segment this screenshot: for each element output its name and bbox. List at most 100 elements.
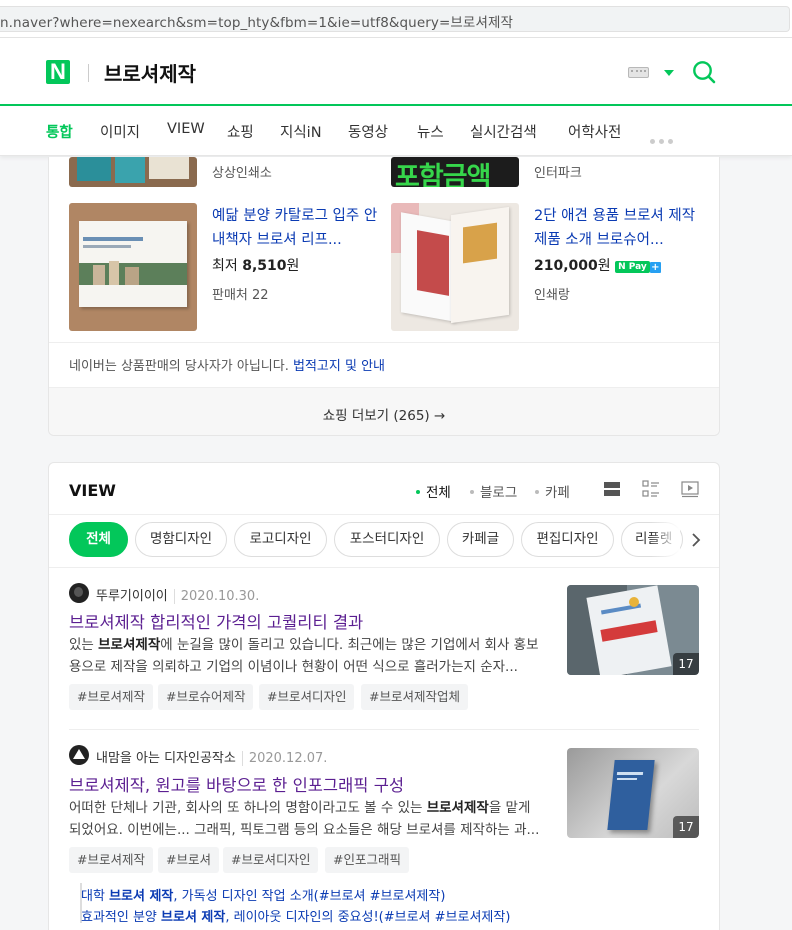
tab-view[interactable]: VIEW: [167, 121, 205, 137]
url-text[interactable]: n.naver?where=nexearch&sm=top_hty&fbm=1&…: [0, 11, 513, 31]
related-post-link[interactable]: 대학 브로셔 제작, 가독성 디자인 작업 소개(#브로셔 #브로셔제작): [81, 885, 445, 904]
tab-dictionary[interactable]: 어학사전: [568, 121, 621, 142]
keyboard-icon[interactable]: [628, 67, 649, 78]
naver-logo[interactable]: N: [46, 60, 70, 84]
product-title-link[interactable]: 2단 애견 용품 브로셔 제작 제품 소개 브로슈어...: [534, 204, 704, 252]
chip-business-card[interactable]: 명함디자인: [135, 522, 227, 557]
price-value: 210,000: [534, 258, 598, 274]
tab-shopping[interactable]: 쇼핑: [227, 121, 254, 142]
product-price: 210,000원 N Pay +: [534, 255, 661, 275]
hashtag[interactable]: #브로셔제작: [69, 847, 153, 873]
price-prefix: 최저: [212, 258, 238, 274]
tab-images[interactable]: 이미지: [100, 121, 140, 142]
tab-video[interactable]: 동영상: [348, 121, 388, 142]
related-post-link[interactable]: 효과적인 분양 브로셔 제작, 레이아웃 디자인의 중요성!(#브로셔 #브로셔…: [81, 906, 510, 925]
avatar[interactable]: [69, 745, 89, 765]
thumbnail-view-icon[interactable]: [642, 480, 660, 498]
post-author: 내맘을 아는 디자인공작소 2020.12.07.: [96, 747, 328, 766]
address-field[interactable]: n.naver?where=nexearch&sm=top_hty&fbm=1&…: [0, 6, 790, 32]
hashtag[interactable]: #인포그래픽: [325, 847, 409, 873]
seller-name[interactable]: 인터파크: [534, 162, 582, 181]
post-title-link[interactable]: 브로셔제작 합리적인 가격의 고퀄리티 결과: [69, 609, 363, 633]
section-title: VIEW: [69, 481, 116, 500]
hashtag[interactable]: #브로셔제작: [69, 684, 153, 710]
chip-all[interactable]: 전체: [69, 522, 128, 557]
npay-plus-badge: +: [649, 262, 661, 273]
post-author: 뚜루기이이이 2020.10.30.: [96, 585, 260, 604]
hashtag[interactable]: #브로셔디자인: [259, 684, 355, 710]
author-name[interactable]: 내맘을 아는 디자인공작소: [96, 751, 236, 766]
chevron-right-icon[interactable]: [689, 531, 703, 549]
rel-keyword: 브로셔 제작: [109, 889, 174, 904]
desc-keyword: 브로셔제작: [98, 637, 161, 653]
tab-news[interactable]: 뉴스: [417, 121, 444, 142]
product-thumb-catalog[interactable]: [69, 203, 197, 331]
arrow-right-icon: →: [433, 408, 446, 424]
title-keyword: 브로셔제작: [69, 776, 145, 795]
price-value: 8,510: [242, 258, 287, 274]
tab-all[interactable]: 통합: [46, 121, 73, 142]
rel-text: , 가독성 디자인 작업 소개(#브로셔 #브로셔제작): [173, 889, 446, 904]
divider: [49, 514, 719, 515]
dropdown-caret-icon[interactable]: [664, 70, 674, 76]
divider: [49, 342, 719, 343]
filter-cafe[interactable]: 카페: [535, 481, 570, 501]
filter-blog[interactable]: 블로그: [470, 481, 517, 501]
tab-realtime[interactable]: 실시간검색: [470, 121, 537, 142]
shopping-notice: 네이버는 상품판매의 당사자가 아닙니다. 법적고지 및 안내: [69, 355, 385, 374]
post-date: 2020.10.30.: [173, 589, 260, 604]
hashtag[interactable]: #브로셔제작업체: [361, 684, 468, 710]
chip-cafe[interactable]: 카페글: [447, 522, 514, 557]
filter-label: 블로그: [480, 485, 518, 501]
rel-keyword: 브로셔 제작: [161, 910, 226, 925]
npay-badge: N Pay: [615, 261, 650, 273]
tab-kin[interactable]: 지식iN: [280, 121, 322, 142]
desc-keyword: 브로셔제작: [426, 800, 489, 816]
product-thumb-brochure[interactable]: [391, 203, 519, 331]
product-price: 최저 8,510원: [212, 255, 299, 275]
hashtag[interactable]: #브로셔디자인: [223, 847, 319, 873]
dot-icon: [535, 490, 539, 494]
author-name[interactable]: 뚜루기이이이: [96, 589, 168, 604]
hashtag[interactable]: #브로슈어제작: [158, 684, 254, 710]
list-view-icon[interactable]: [603, 480, 621, 498]
search-query-input[interactable]: 브로셔제작: [104, 58, 196, 87]
seller-name[interactable]: 상상인쇄소: [212, 162, 272, 181]
image-count-badge: 17: [673, 653, 699, 675]
search-icon[interactable]: [692, 60, 716, 84]
divider: [69, 729, 699, 730]
divider: [49, 567, 719, 568]
chip-logo[interactable]: 로고디자인: [234, 522, 327, 557]
legal-notice-link[interactable]: 법적고지 및 안내: [293, 359, 385, 374]
dot-icon: [416, 490, 420, 494]
avatar[interactable]: [69, 583, 89, 603]
more-tabs-icon[interactable]: [650, 129, 678, 144]
post-description[interactable]: 있는 브로셔제작에 눈길을 많이 돌리고 있습니다. 최근에는 많은 기업에서 …: [69, 634, 541, 678]
shopping-more-label: 쇼핑 더보기 (265) →: [49, 404, 719, 424]
product-thumb-top-left[interactable]: [69, 157, 197, 187]
filter-all[interactable]: 전체: [416, 481, 451, 501]
post-title-link[interactable]: 브로셔제작, 원고를 바탕으로 한 인포그래픽 구성: [69, 772, 404, 796]
notice-text: 네이버는 상품판매의 당사자가 아닙니다.: [69, 359, 289, 374]
video-view-icon[interactable]: [681, 480, 699, 498]
product-title-link[interactable]: 예닮 분양 카탈로그 입주 안내책자 브로셔 리프...: [212, 204, 382, 252]
post-thumbnail[interactable]: 17: [567, 585, 699, 675]
rel-text: , 레이아웃 디자인의 중요성!(#브로셔 #브로셔제작): [225, 910, 511, 925]
chip-fade: [650, 520, 680, 560]
chip-editorial[interactable]: 편집디자인: [521, 522, 614, 557]
rel-text: 효과적인 분양: [81, 910, 162, 925]
header-divider: [88, 64, 89, 82]
browser-url-bar: n.naver?where=nexearch&sm=top_hty&fbm=1&…: [0, 0, 792, 38]
post-thumbnail[interactable]: 17: [567, 748, 699, 838]
seller-count-link[interactable]: 판매처 22: [212, 284, 269, 303]
rel-text: 대학: [81, 889, 110, 904]
product-thumb-top-right[interactable]: 포함금액: [391, 157, 519, 187]
price-unit: 원: [597, 258, 611, 274]
seller-name[interactable]: 인쇄랑: [534, 284, 570, 303]
hashtag[interactable]: #브로셔: [158, 847, 219, 873]
more-text: 쇼핑 더보기 (265): [322, 408, 430, 424]
post-date: 2020.12.07.: [241, 751, 328, 766]
chip-poster[interactable]: 포스터디자인: [334, 522, 440, 557]
shopping-more-button[interactable]: 쇼핑 더보기 (265) →: [49, 387, 719, 435]
post-description[interactable]: 어떠한 단체나 기관, 회사의 또 하나의 명함이라고도 볼 수 있는 브로셔제…: [69, 797, 541, 841]
